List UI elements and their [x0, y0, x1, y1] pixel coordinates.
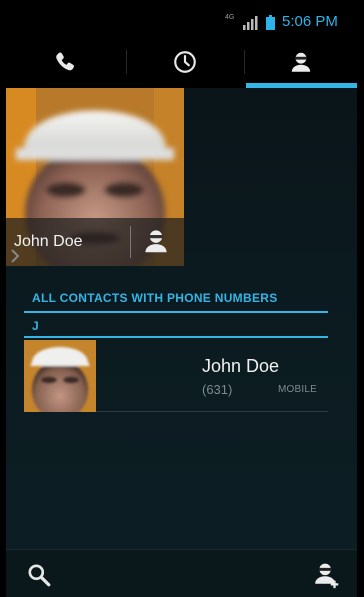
battery-icon: [266, 15, 275, 30]
tab-recent[interactable]: [126, 36, 243, 88]
contact-name: John Doe: [202, 356, 280, 376]
search-icon[interactable]: [26, 562, 52, 588]
selected-tab-indicator: [246, 83, 357, 88]
letter-header: J: [24, 318, 328, 338]
favorite-name: John Doe: [14, 233, 83, 250]
favorite-contact-card[interactable]: John Doe: [6, 88, 184, 266]
clock-icon: [173, 51, 196, 73]
divider: [130, 226, 131, 258]
status-time: 5:06 PM: [282, 13, 338, 30]
person-icon: [291, 52, 310, 72]
chevron-right-icon: [11, 249, 20, 263]
network-type: 4G: [225, 14, 235, 21]
letter-header-label: J: [32, 319, 39, 333]
section-header: ALL CONTACTS WITH PHONE NUMBERS: [24, 283, 328, 313]
contact-row[interactable]: John Doe (631) MOBILE: [24, 340, 328, 412]
bottom-action-bar: [6, 549, 357, 597]
contact-number: (631): [202, 382, 233, 397]
tab-bar: [6, 36, 357, 88]
contact-number-type: MOBILE: [278, 384, 317, 395]
tab-phone[interactable]: [6, 36, 123, 88]
row-divider: [96, 411, 328, 412]
person-icon[interactable]: [141, 226, 171, 256]
contacts-screen: 4G 5:06 PM John Doe ALL CONTACTS WITH PH…: [6, 8, 357, 597]
contact-thumbnail: [24, 340, 96, 412]
section-header-label: ALL CONTACTS WITH PHONE NUMBERS: [32, 291, 278, 305]
phone-icon: [55, 52, 74, 71]
signal-icon: [243, 16, 258, 30]
tab-contacts[interactable]: [244, 36, 357, 88]
status-bar: 4G 5:06 PM: [6, 8, 357, 36]
add-contact-icon[interactable]: [312, 560, 342, 590]
favorite-name-bar: John Doe: [6, 218, 184, 266]
